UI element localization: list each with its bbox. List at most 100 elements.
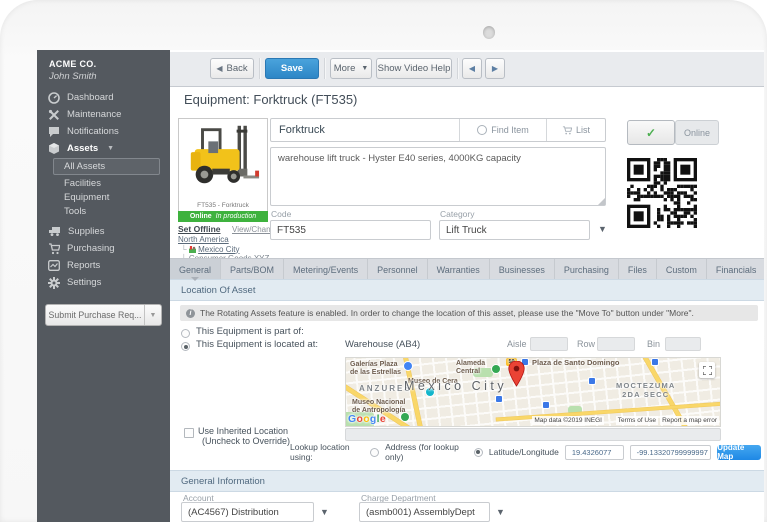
category-dropdown-icon[interactable]: ▼ (598, 224, 607, 234)
address-input[interactable] (345, 428, 721, 441)
back-label: Back (226, 63, 248, 74)
list-label: List (575, 125, 590, 135)
map-label-moctezuma: MOCTEZUMA 2DA SECC (616, 381, 676, 399)
back-button[interactable]: ◀ Back (210, 58, 254, 79)
category-label: Category (440, 209, 475, 219)
tab-parts-bom[interactable]: Parts/BOM (221, 259, 285, 280)
tab-custom[interactable]: Custom (657, 259, 707, 280)
latlng-option-label: Latitude/Longitude (488, 447, 559, 457)
inherited-location-checkbox[interactable] (184, 428, 194, 438)
show-video-help-label: Show Video Help (377, 63, 451, 74)
status-online-text: Online (189, 213, 212, 220)
sidebar-item-supplies[interactable]: Supplies (37, 223, 170, 240)
chevron-down-icon: ▼ (107, 145, 115, 152)
tab-personnel[interactable]: Personnel (368, 259, 428, 280)
tab-businesses[interactable]: Businesses (490, 259, 555, 280)
list-button[interactable]: List (546, 119, 605, 141)
submit-purchase-request-label: Submit Purchase Req... (48, 310, 142, 320)
map-report-error-link[interactable]: Report a map error (660, 416, 719, 425)
sidebar-item-notifications[interactable]: Notifications (37, 123, 170, 140)
find-item-button[interactable]: Find Item (459, 119, 546, 141)
tab-general[interactable]: General (170, 259, 222, 281)
address-option-radio[interactable] (370, 447, 380, 457)
sidebar-item-settings[interactable]: Settings (37, 274, 170, 291)
resize-handle[interactable] (598, 198, 605, 205)
status-badge: Online In production (178, 211, 268, 222)
more-label: More (333, 63, 356, 74)
map[interactable]: Galerías Plaza de las Estrellas ANZURES M… (345, 357, 721, 427)
map-terms-link[interactable]: Terms of Use (615, 416, 658, 425)
code-input[interactable]: FT535 (270, 220, 431, 240)
sidebar-item-equipment[interactable]: Equipment (37, 190, 170, 204)
aisle-input[interactable] (530, 337, 568, 351)
update-map-button[interactable]: Update Map (717, 443, 761, 461)
sidebar-item-label: Dashboard (67, 92, 114, 103)
tools-icon (48, 109, 59, 120)
description-textarea[interactable]: warehouse lift truck - Hyster E40 series… (270, 147, 606, 206)
sidebar-item-assets[interactable]: Assets ▼ (37, 140, 170, 157)
report-chart-icon (48, 260, 60, 271)
sidebar-item-all-assets[interactable]: All Assets (53, 158, 160, 175)
category-select[interactable]: Lift Truck (439, 220, 590, 240)
charge-department-select[interactable]: (asmb001) AssemblyDept (359, 502, 490, 522)
part-of-radio[interactable] (181, 329, 190, 338)
inherited-location-label: Use Inherited Location (198, 426, 289, 436)
bin-input[interactable] (665, 337, 701, 351)
map-transit-icon (543, 402, 549, 408)
submit-purchase-request-button[interactable]: Submit Purchase Req... ▼ (45, 304, 162, 326)
row-input[interactable] (597, 337, 635, 351)
charge-dropdown-icon[interactable]: ▼ (496, 507, 505, 517)
longitude-input[interactable]: -99.13320799999997 (629, 444, 712, 460)
tree-north-america-link[interactable]: North America (178, 235, 229, 244)
address-option-label: Address (for lookup only) (385, 442, 459, 462)
tab-warranties[interactable]: Warranties (428, 259, 490, 280)
sidebar-item-reports[interactable]: Reports (37, 257, 170, 274)
map-fullscreen-button[interactable] (699, 362, 715, 378)
tree-mexico-city-link[interactable]: Mexico City (198, 245, 239, 254)
sidebar-subitem-label: Facilities (64, 177, 101, 189)
qr-code (627, 158, 697, 228)
tab-metering-events[interactable]: Metering/Events (284, 259, 369, 280)
sidebar-item-dashboard[interactable]: Dashboard (37, 89, 170, 106)
sidebar-item-label: Maintenance (67, 109, 122, 120)
map-transit-icon (496, 396, 502, 402)
bin-label: Bin (647, 339, 661, 349)
tab-financials[interactable]: Financials (707, 259, 764, 280)
equipment-photo[interactable]: FT535 - Forktruck (178, 118, 268, 212)
map-pin-icon[interactable] (508, 361, 525, 387)
online-check-button[interactable]: ✓ (627, 120, 675, 145)
tree-branch: └ (181, 244, 187, 254)
tab-purchasing[interactable]: Purchasing (555, 259, 619, 280)
map-transit-icon (589, 378, 595, 384)
nav-previous-button[interactable]: ◀ (462, 58, 482, 79)
sidebar-item-maintenance[interactable]: Maintenance (37, 106, 170, 123)
equipment-name-input[interactable]: Forktruck (271, 119, 459, 141)
left-arrow-icon: ◀ (468, 64, 476, 73)
map-label-museo-nacional: Museo Nacional de Antropología (352, 399, 406, 414)
tab-files[interactable]: Files (619, 259, 657, 280)
sidebar-item-tools[interactable]: Tools (37, 204, 170, 218)
online-status-button[interactable]: Online (675, 120, 719, 145)
info-text: The Rotating Assets feature is enabled. … (200, 308, 694, 318)
account-dropdown-icon[interactable]: ▼ (320, 507, 329, 517)
sidebar-item-label: Reports (67, 260, 101, 271)
show-video-help-button[interactable]: Show Video Help (376, 58, 452, 79)
forklift-image (190, 125, 260, 184)
google-logo[interactable]: Google (348, 413, 386, 425)
code-label: Code (271, 209, 292, 219)
account-select[interactable]: (AC4567) Distribution (181, 502, 314, 522)
nav-next-button[interactable]: ▶ (485, 58, 505, 79)
sidebar-item-facilities[interactable]: Facilities (37, 176, 170, 190)
latlng-option-radio[interactable] (473, 447, 483, 457)
sidebar: ACME CO. John Smith Dashboard Maintenanc… (37, 50, 170, 522)
sidebar-item-label: Notifications (67, 126, 119, 137)
gear-icon (48, 276, 60, 289)
sidebar-item-purchasing[interactable]: Purchasing (37, 240, 170, 257)
chevron-down-icon[interactable]: ▼ (144, 305, 161, 325)
located-at-radio[interactable] (181, 342, 190, 351)
info-banner: i The Rotating Assets feature is enabled… (180, 305, 758, 321)
more-button[interactable]: More ▼ (330, 58, 372, 79)
save-button[interactable]: Save (265, 58, 319, 79)
latitude-input[interactable]: 19.4326077 (564, 444, 624, 460)
set-offline-link[interactable]: Set Offline (178, 224, 221, 234)
